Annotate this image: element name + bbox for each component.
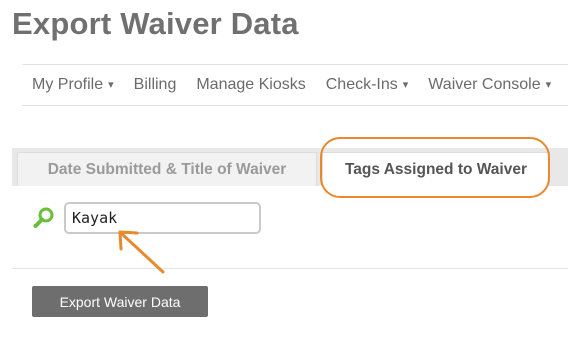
chevron-down-icon: ▾ — [108, 79, 114, 91]
nav-item-label: Check-Ins — [325, 76, 398, 93]
tab-tags-assigned[interactable]: Tags Assigned to Waiver — [322, 152, 550, 186]
export-waiver-data-button[interactable]: Export Waiver Data — [32, 286, 208, 317]
top-navigation: My Profile ▾ Billing Manage Kiosks Check-… — [22, 64, 568, 106]
magnifier-icon — [33, 207, 54, 228]
nav-item-label: Billing — [133, 76, 177, 93]
tab-date-submitted[interactable]: Date Submitted & Title of Waiver — [17, 152, 317, 186]
nav-item-label: My Profile — [32, 76, 104, 93]
nav-check-ins[interactable]: Check-Ins ▾ — [326, 76, 409, 94]
tag-search-input[interactable] — [64, 202, 261, 234]
tab-strip: Date Submitted & Title of Waiver Tags As… — [12, 148, 568, 186]
chevron-down-icon: ▾ — [545, 79, 552, 91]
nav-item-label: Manage Kiosks — [196, 76, 306, 93]
nav-item-label: Waiver Console — [428, 76, 541, 93]
nav-waiver-console[interactable]: Waiver Console ▾ — [428, 76, 551, 94]
nav-my-profile[interactable]: My Profile ▾ — [32, 76, 114, 94]
nav-billing[interactable]: Billing — [134, 76, 177, 94]
page-title: Export Waiver Data — [12, 6, 299, 41]
chevron-down-icon: ▾ — [402, 79, 409, 91]
nav-manage-kiosks[interactable]: Manage Kiosks — [196, 76, 305, 94]
